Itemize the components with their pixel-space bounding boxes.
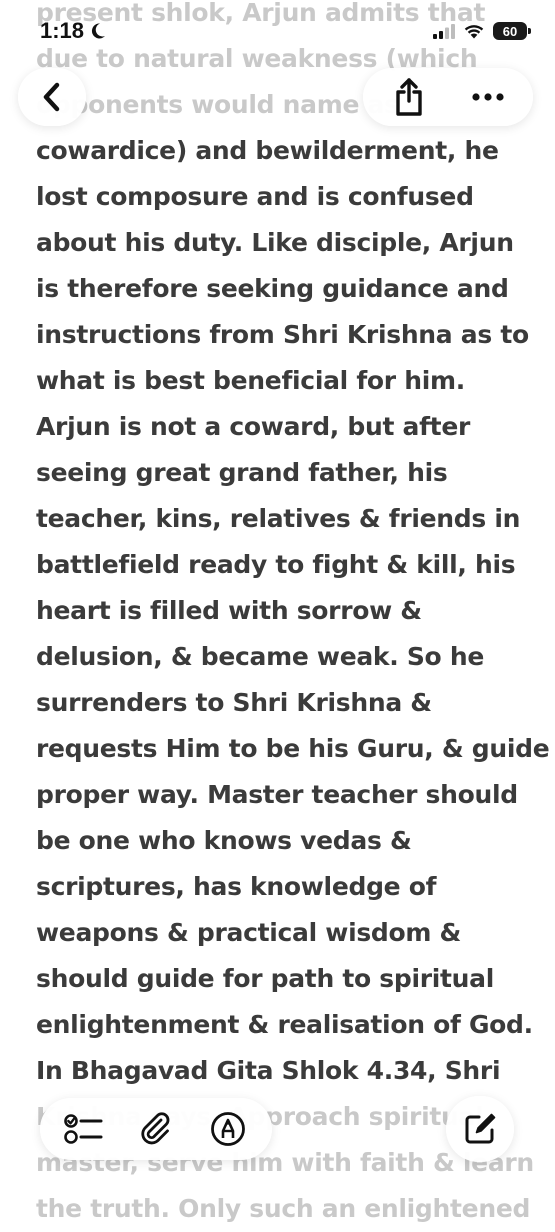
note-line: should guide for path to spiritual [36,964,495,993]
more-button[interactable] [453,68,523,126]
checklist-button[interactable] [52,1098,116,1160]
paperclip-icon [139,1111,173,1147]
signal-icon [433,23,455,39]
share-button[interactable] [374,68,444,126]
note-line: lost composure and is confused [36,182,474,211]
note-line: battlefield ready to fight & kill, his [36,550,516,579]
note-line: requests Him to be his Guru, & guide [36,734,550,763]
note-line: proper way. Master teacher should [36,780,518,809]
note-line: Arjun is not a coward, but after [36,412,471,441]
note-body[interactable]: present shlok, Arjun admits that due to … [36,0,550,1232]
attachment-button[interactable] [124,1098,188,1160]
note-line: surrenders to Shri Krishna & [36,688,432,717]
note-line: instructions from Shri Krishna as to [36,320,529,349]
share-icon [393,77,425,117]
status-bar: 1:18 60 [0,0,555,66]
note-line: heart is filled with sorrow & [36,596,422,625]
note-line: is therefore seeking guidance and [36,274,509,303]
compose-button[interactable] [446,1096,514,1162]
battery-icon: 60 [493,22,531,40]
note-line: be one who knows vedas & [36,826,412,855]
status-time: 1:18 [40,18,85,43]
note-line: delusion, & became weak. So he [36,642,484,671]
note-line: In Bhagavad Gita Shlok 4.34, Shri [36,1056,501,1085]
note-line: seeing great grand father, his [36,458,448,487]
note-line: weapons & practical wisdom & [36,918,462,947]
compose-icon [462,1111,498,1147]
bottom-toolbar [40,1098,272,1160]
note-line: scriptures, has knowledge of [36,872,437,901]
back-button[interactable] [18,68,86,126]
chevron-left-icon [41,82,63,112]
status-time-group: 1:18 [40,18,106,44]
note-line: teacher, kins, relatives & friends in [36,504,521,533]
note-line: what is best beneficial for him. [36,366,465,395]
wifi-icon [464,24,484,39]
note-line: enlightenment & realisation of God. [36,1010,533,1039]
top-actions-pill [363,68,533,126]
markup-button[interactable] [196,1098,260,1160]
more-icon [471,92,505,102]
note-line: the truth. Only such an enlightened [36,1194,531,1223]
moon-icon [90,22,106,40]
note-line: cowardice) and bewilderment, he [36,136,499,165]
note-line: about his duty. Like disciple, Arjun [36,228,514,257]
markup-pen-icon [210,1111,246,1147]
checklist-icon [64,1112,104,1146]
status-icons: 60 [433,22,531,40]
